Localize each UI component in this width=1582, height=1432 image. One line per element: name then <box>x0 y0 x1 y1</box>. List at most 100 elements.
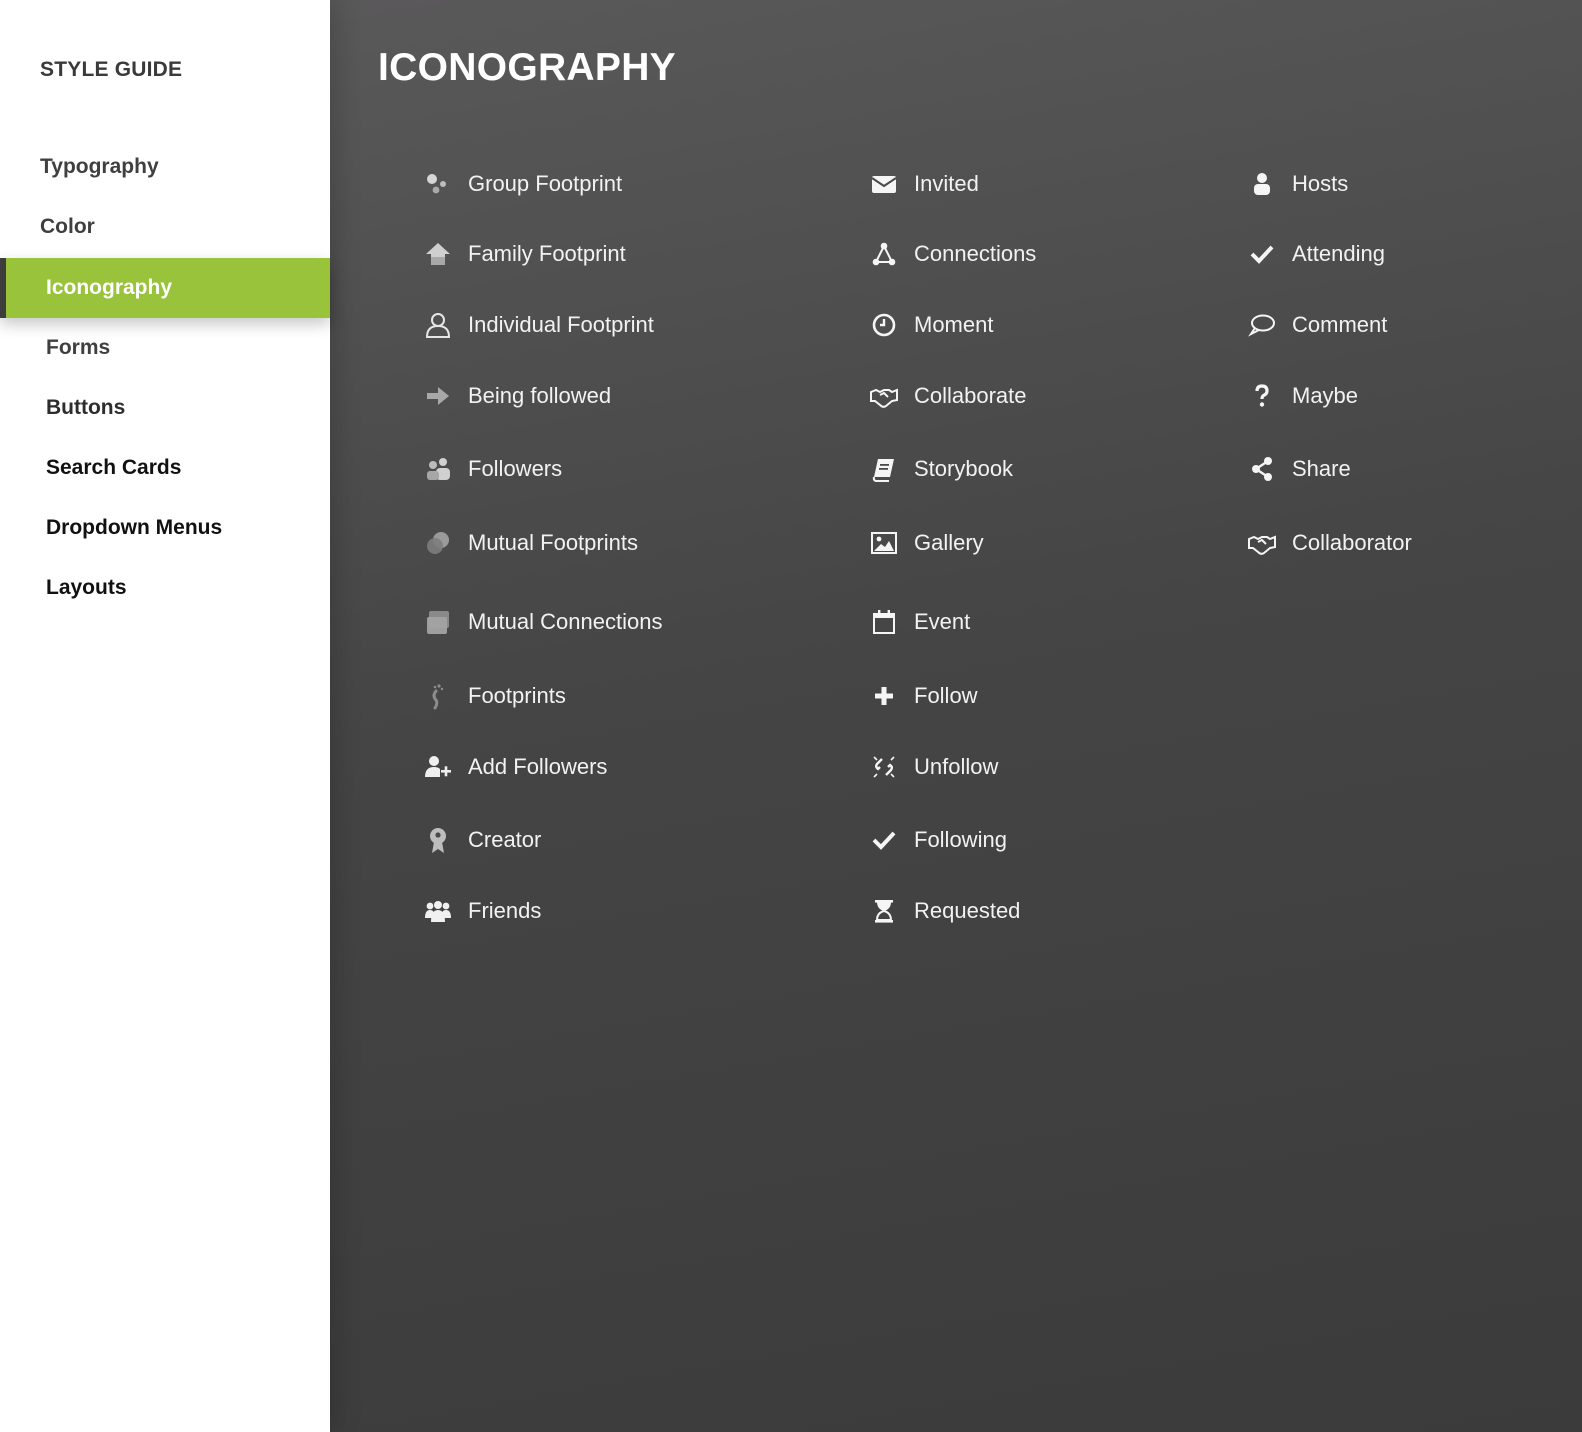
sidebar-item-label: Buttons <box>46 396 126 419</box>
add-followers-icon <box>422 751 454 783</box>
friends-icon <box>422 895 454 927</box>
icon-label: Mutual Footprints <box>468 530 638 555</box>
comment-icon <box>1246 309 1278 341</box>
icon-label: Attending <box>1292 241 1385 266</box>
sidebar-item-color[interactable]: Color <box>0 197 330 257</box>
icon-label: Being followed <box>468 383 612 408</box>
requested-icon <box>868 895 900 927</box>
icon-entry-share: Share <box>1246 451 1351 487</box>
collaborator-icon <box>1246 527 1278 559</box>
gallery-icon <box>868 527 900 559</box>
icon-label: Maybe <box>1292 383 1359 408</box>
icon-label: Share <box>1292 456 1351 481</box>
sidebar-item-dropdown-menus[interactable]: Dropdown Menus <box>0 498 330 558</box>
connections-icon <box>868 238 900 270</box>
icon-label: Family Footprint <box>468 241 626 266</box>
sidebar-item-typography[interactable]: Typography <box>0 137 330 197</box>
icon-entry-event: Event <box>868 604 970 640</box>
sidebar-item-search-cards[interactable]: Search Cards <box>0 438 330 498</box>
icon-entry-creator: Creator <box>422 822 541 858</box>
icon-label: Footprints <box>468 683 566 708</box>
icon-entry-attending: Attending <box>1246 236 1385 272</box>
icon-entry-family-footprint: Family Footprint <box>422 236 626 272</box>
style-guide-app: STYLE GUIDE Typography Color Iconography… <box>0 0 1582 1432</box>
icon-entry-following: Following <box>868 822 1007 858</box>
icon-entry-requested: Requested <box>868 893 1020 929</box>
footprints-icon <box>422 680 454 712</box>
icon-entry-hosts: Hosts <box>1246 166 1348 202</box>
icon-entry-connections: Connections <box>868 236 1036 272</box>
icon-entry-comment: Comment <box>1246 307 1387 343</box>
icon-entry-individual-footprint: Individual Footprint <box>422 307 654 343</box>
icon-label: Following <box>914 827 1007 852</box>
icon-label: Moment <box>914 312 994 337</box>
icon-label: Creator <box>468 827 542 852</box>
icon-label: Hosts <box>1292 171 1349 196</box>
attending-icon <box>1246 238 1278 270</box>
icon-label: Mutual Connections <box>468 609 663 634</box>
icon-label: Followers <box>468 456 563 481</box>
icon-entry-footprints: Footprints <box>422 678 566 714</box>
individual-footprint-icon <box>422 309 454 341</box>
mutual-footprints-icon <box>422 527 454 559</box>
sidebar-item-label: Forms <box>46 336 111 359</box>
following-icon <box>868 824 900 856</box>
icon-label: Individual Footprint <box>468 312 654 337</box>
icon-label: Collaborator <box>1292 530 1412 555</box>
icon-entry-followers: Followers <box>422 451 562 487</box>
icon-entry-collaborator: Collaborator <box>1246 525 1412 561</box>
icon-entry-add-followers: Add Followers <box>422 749 607 785</box>
storybook-icon <box>868 453 900 485</box>
sidebar-item-forms[interactable]: Forms <box>0 318 330 378</box>
icon-label: Unfollow <box>914 754 999 779</box>
being-followed-icon <box>422 380 454 412</box>
icon-entry-storybook: Storybook <box>868 451 1013 487</box>
invited-icon <box>868 168 900 200</box>
icon-entry-mutual-footprints: Mutual Footprints <box>422 525 638 561</box>
icon-label: Follow <box>914 683 978 708</box>
icon-entry-follow: Follow <box>868 678 978 714</box>
group-footprint-icon <box>422 168 454 200</box>
icon-label: Group Footprint <box>468 171 623 196</box>
icon-entry-mutual-connections: Mutual Connections <box>422 604 662 640</box>
followers-icon <box>422 453 454 485</box>
moment-icon <box>868 309 900 341</box>
mutual-connections-icon <box>422 606 454 638</box>
icon-label: Collaborate <box>914 383 1027 408</box>
sidebar-item-iconography[interactable]: Iconography <box>0 258 330 318</box>
icon-entry-invited: Invited <box>868 166 979 202</box>
icon-label: Connections <box>914 241 1037 266</box>
sidebar-item-buttons[interactable]: Buttons <box>0 378 330 438</box>
page-title: ICONOGRAPHY <box>378 46 676 89</box>
unfollow-icon <box>868 751 900 783</box>
icon-entry-collaborate: Collaborate <box>868 378 1027 414</box>
icon-label: Friends <box>468 898 542 923</box>
icon-label: Storybook <box>914 456 1014 481</box>
icon-entry-maybe: Maybe <box>1246 378 1358 414</box>
family-footprint-icon <box>422 238 454 270</box>
main-content: ICONOGRAPHY Group Footprint Family Footp… <box>330 0 1582 1432</box>
icon-entry-group-footprint: Group Footprint <box>422 166 622 202</box>
sidebar-item-label: Typography <box>40 155 159 178</box>
sidebar-item-layouts[interactable]: Layouts <box>0 558 330 618</box>
event-icon <box>868 606 900 638</box>
icon-label: Event <box>914 609 971 634</box>
sidebar-item-label: Iconography <box>46 276 173 299</box>
icon-entry-unfollow: Unfollow <box>868 749 998 785</box>
icon-label: Comment <box>1292 312 1388 337</box>
sidebar-item-label: Dropdown Menus <box>46 516 223 539</box>
sidebar-item-label: Color <box>40 215 95 238</box>
follow-icon <box>868 680 900 712</box>
hosts-icon <box>1246 168 1278 200</box>
brand-title: STYLE GUIDE <box>40 58 183 81</box>
icon-label: Requested <box>914 898 1021 923</box>
creator-icon <box>422 824 454 856</box>
icon-entry-friends: Friends <box>422 893 541 929</box>
sidebar: STYLE GUIDE Typography Color Iconography… <box>0 0 330 1432</box>
sidebar-item-label: Layouts <box>46 576 127 599</box>
icon-label: Add Followers <box>468 754 608 779</box>
collaborate-icon <box>868 380 900 412</box>
maybe-icon <box>1246 380 1278 412</box>
icon-label: Invited <box>914 171 979 196</box>
icon-entry-moment: Moment <box>868 307 993 343</box>
